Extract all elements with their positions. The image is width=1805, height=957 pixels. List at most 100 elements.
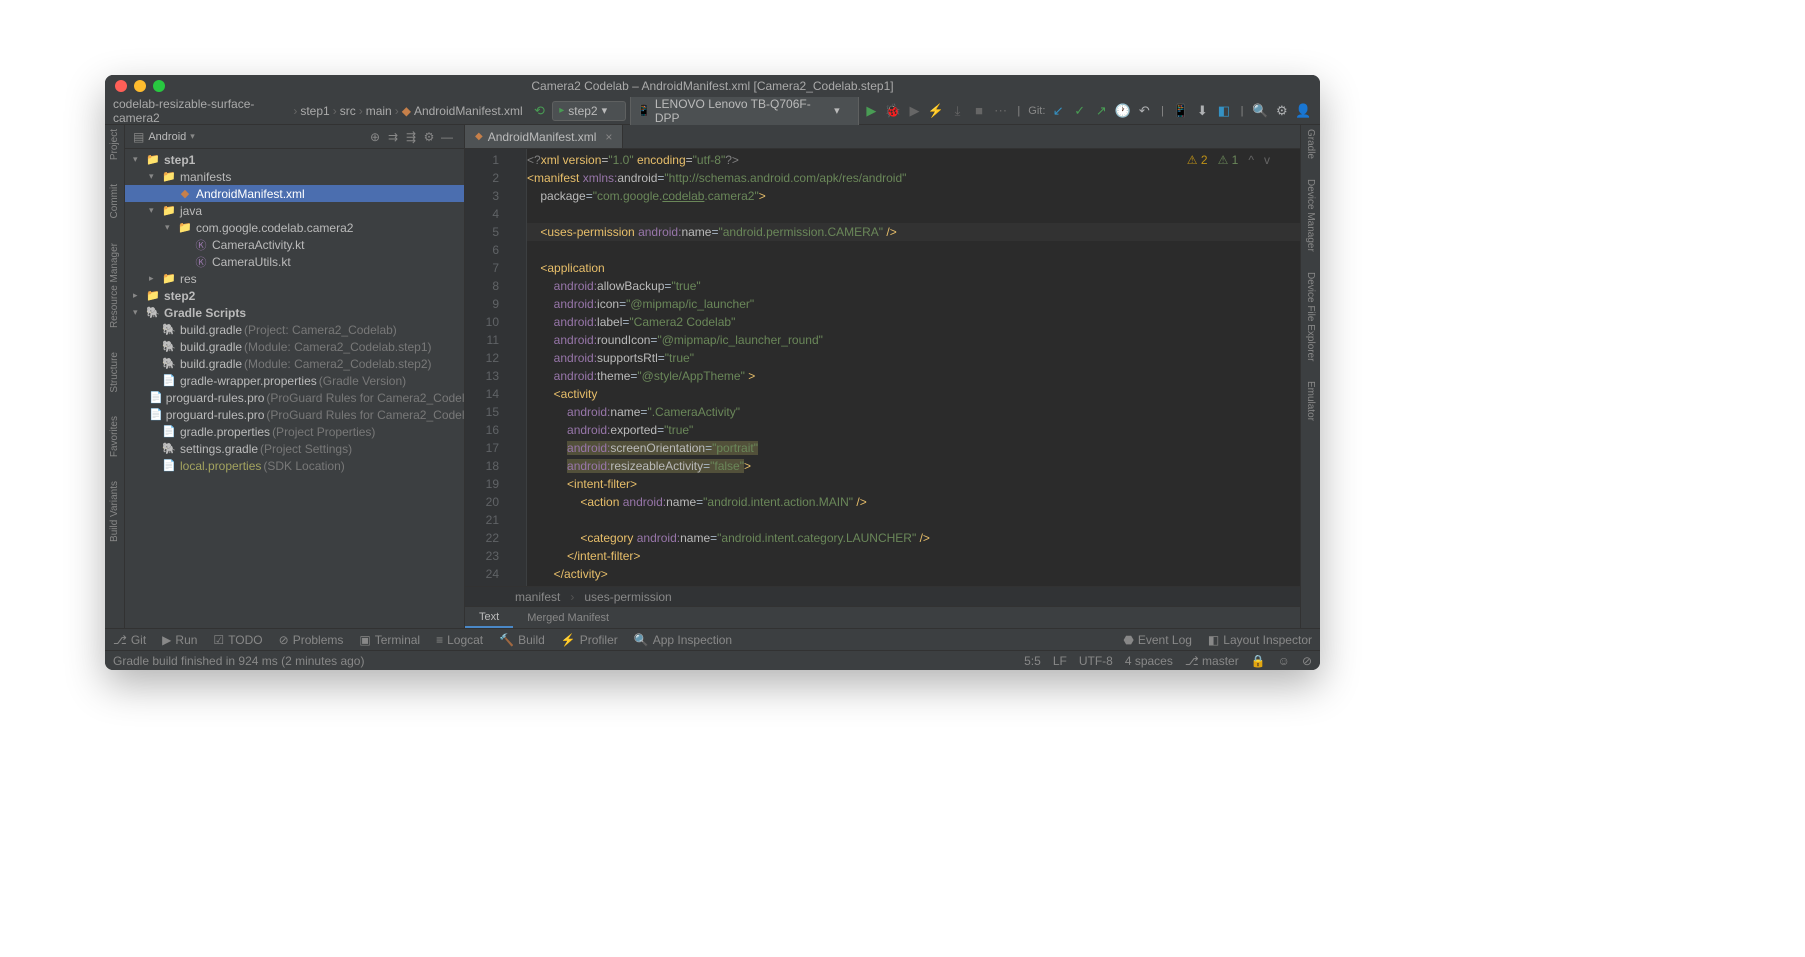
tool-terminal[interactable]: ▣Terminal	[359, 633, 420, 647]
tree-node[interactable]: ▾📁manifests	[125, 168, 464, 185]
tree-node[interactable]: 📄gradle-wrapper.properties (Gradle Versi…	[125, 372, 464, 389]
ide-window: Camera2 Codelab – AndroidManifest.xml [C…	[105, 75, 1320, 670]
push-icon[interactable]: ↗	[1093, 102, 1111, 120]
cursor-position[interactable]: 5:5	[1024, 654, 1041, 668]
gutter: 123456789101112131415161718192021222324	[465, 149, 505, 586]
branch[interactable]: ⎇ master	[1185, 654, 1239, 668]
tool-run[interactable]: ▶Run	[162, 633, 197, 647]
rail-device-manager[interactable]: Device Manager	[1305, 179, 1316, 252]
tree-node[interactable]: 🐘build.gradle (Project: Camera2_Codelab)	[125, 321, 464, 338]
rail-commit[interactable]: Commit	[109, 184, 120, 218]
run-icon[interactable]: ▶	[863, 102, 881, 120]
main-toolbar: codelab-resizable-surface-camera2›step1›…	[105, 97, 1320, 125]
sidebar-header: ▤ Android ▾ ⊕ ⇉ ⇶ ⚙ —	[125, 125, 464, 149]
subtab-text[interactable]: Text	[465, 607, 513, 628]
project-tree[interactable]: ▾📁step1▾📁manifests◆AndroidManifest.xml▾📁…	[125, 149, 464, 628]
tree-node[interactable]: 📄gradle.properties (Project Properties)	[125, 423, 464, 440]
debug-icon[interactable]: 🐞	[884, 102, 902, 120]
more-icon[interactable]: ⋯	[992, 102, 1010, 120]
rail-build-variants[interactable]: Build Variants	[109, 481, 120, 542]
coverage-icon[interactable]: ▶	[906, 102, 924, 120]
breadcrumb[interactable]: codelab-resizable-surface-camera2›step1›…	[113, 97, 523, 125]
source-code[interactable]: <?xml version="1.0" encoding="utf-8"?><m…	[527, 149, 1300, 586]
rail-emulator[interactable]: Emulator	[1305, 381, 1316, 421]
device-selector[interactable]: 📱 LENOVO Lenovo TB-Q706F-DPP ▾	[630, 94, 858, 128]
tree-node[interactable]: ◆AndroidManifest.xml	[125, 185, 464, 202]
tree-node[interactable]: 📄local.properties (SDK Location)	[125, 457, 464, 474]
ide-error-icon[interactable]: ⊘	[1302, 654, 1312, 668]
commit-icon[interactable]: ✓	[1071, 102, 1089, 120]
editor-breadcrumb[interactable]: manifest›uses-permission	[465, 586, 1300, 606]
rail-favorites[interactable]: Favorites	[109, 416, 120, 457]
encoding[interactable]: UTF-8	[1079, 654, 1113, 668]
tree-node[interactable]: ▾🐘Gradle Scripts	[125, 304, 464, 321]
left-tool-rail: Project Commit Resource Manager Structure Fa…	[105, 125, 125, 628]
settings-icon[interactable]: ⚙	[1273, 102, 1291, 120]
tree-node[interactable]: 🐘build.gradle (Module: Camera2_Codelab.s…	[125, 355, 464, 372]
tool-event-log[interactable]: ⬣Event Log	[1123, 633, 1192, 647]
titlebar: Camera2 Codelab – AndroidManifest.xml [C…	[105, 75, 1320, 97]
minimize-icon[interactable]: —	[438, 130, 456, 144]
sync-icon[interactable]: ⟲	[531, 102, 549, 120]
memory-icon[interactable]: ☺	[1278, 654, 1290, 668]
rail-resource-manager[interactable]: Resource Manager	[109, 243, 120, 328]
tree-node[interactable]: ⓀCameraUtils.kt	[125, 253, 464, 270]
tree-node[interactable]: ▾📁com.google.codelab.camera2	[125, 219, 464, 236]
sidebar-title[interactable]: Android	[148, 131, 186, 143]
lock-icon[interactable]: 🔒	[1251, 654, 1266, 668]
search-icon[interactable]: 🔍	[1252, 102, 1270, 120]
status-bar: Gradle build finished in 924 ms (2 minut…	[105, 650, 1320, 670]
settings-icon[interactable]: ⚙	[420, 130, 438, 144]
editor-sub-tabs: TextMerged Manifest	[465, 606, 1300, 628]
avd-icon[interactable]: 📱	[1172, 102, 1190, 120]
history-icon[interactable]: 🕐	[1114, 102, 1132, 120]
inspection-widget[interactable]: ⚠ 2 ⚠ 1 ^v	[1187, 153, 1270, 167]
tree-node[interactable]: 📄proguard-rules.pro (ProGuard Rules for …	[125, 406, 464, 423]
tool-profiler[interactable]: ⚡Profiler	[561, 633, 618, 647]
editor-panel: ◆ AndroidManifest.xml × 1234567891011121…	[465, 125, 1300, 628]
tree-node[interactable]: ⓀCameraActivity.kt	[125, 236, 464, 253]
sdk-icon[interactable]: ⬇	[1194, 102, 1212, 120]
tree-node[interactable]: ▸📁res	[125, 270, 464, 287]
tree-node[interactable]: ▾📁step1	[125, 151, 464, 168]
tool-todo[interactable]: ☑TODO	[213, 633, 262, 647]
line-ending[interactable]: LF	[1053, 654, 1067, 668]
tool-build[interactable]: 🔨Build	[499, 633, 545, 647]
tool-git[interactable]: ⎇Git	[113, 633, 146, 647]
project-sidebar: ▤ Android ▾ ⊕ ⇉ ⇶ ⚙ — ▾📁step1▾📁manifests…	[125, 125, 465, 628]
tool-logcat[interactable]: ≡Logcat	[436, 633, 483, 647]
subtab-merged-manifest[interactable]: Merged Manifest	[513, 607, 623, 628]
update-icon[interactable]: ↙	[1049, 102, 1067, 120]
editor-tab[interactable]: ◆ AndroidManifest.xml ×	[465, 125, 623, 148]
close-button[interactable]	[115, 80, 127, 92]
resource-icon[interactable]: ◧	[1215, 102, 1233, 120]
rail-structure[interactable]: Structure	[109, 352, 120, 393]
tree-node[interactable]: ▾📁java	[125, 202, 464, 219]
tree-node[interactable]: 🐘build.gradle (Module: Camera2_Codelab.s…	[125, 338, 464, 355]
window-title: Camera2 Codelab – AndroidManifest.xml [C…	[531, 79, 893, 93]
minimize-button[interactable]	[134, 80, 146, 92]
tool-layout-inspector[interactable]: ◧Layout Inspector	[1208, 633, 1312, 647]
tree-node[interactable]: ▸📁step2	[125, 287, 464, 304]
indent[interactable]: 4 spaces	[1125, 654, 1173, 668]
rail-device-file-explorer[interactable]: Device File Explorer	[1305, 272, 1316, 361]
run-config-selector[interactable]: ▸step2 ▾	[552, 101, 626, 121]
attach-icon[interactable]: ⤓	[949, 102, 967, 120]
select-opened-icon[interactable]: ⊕	[366, 130, 384, 144]
rail-project[interactable]: Project	[109, 129, 120, 160]
rail-gradle[interactable]: Gradle	[1305, 129, 1316, 159]
tool-app-inspection[interactable]: 🔍App Inspection	[634, 633, 732, 647]
collapse-icon[interactable]: ⇶	[402, 130, 420, 144]
stop-icon[interactable]: ■	[970, 102, 988, 120]
zoom-button[interactable]	[153, 80, 165, 92]
account-icon[interactable]: 👤	[1295, 102, 1313, 120]
expand-icon[interactable]: ⇉	[384, 130, 402, 144]
code-area[interactable]: 123456789101112131415161718192021222324 …	[465, 149, 1300, 586]
tree-node[interactable]: 📄proguard-rules.pro (ProGuard Rules for …	[125, 389, 464, 406]
tree-node[interactable]: 🐘settings.gradle (Project Settings)	[125, 440, 464, 457]
close-icon[interactable]: ×	[605, 130, 612, 144]
tool-problems[interactable]: ⊘Problems	[279, 633, 344, 647]
profile-icon[interactable]: ⚡	[927, 102, 945, 120]
rollback-icon[interactable]: ↶	[1136, 102, 1154, 120]
editor-tabs: ◆ AndroidManifest.xml ×	[465, 125, 1300, 149]
